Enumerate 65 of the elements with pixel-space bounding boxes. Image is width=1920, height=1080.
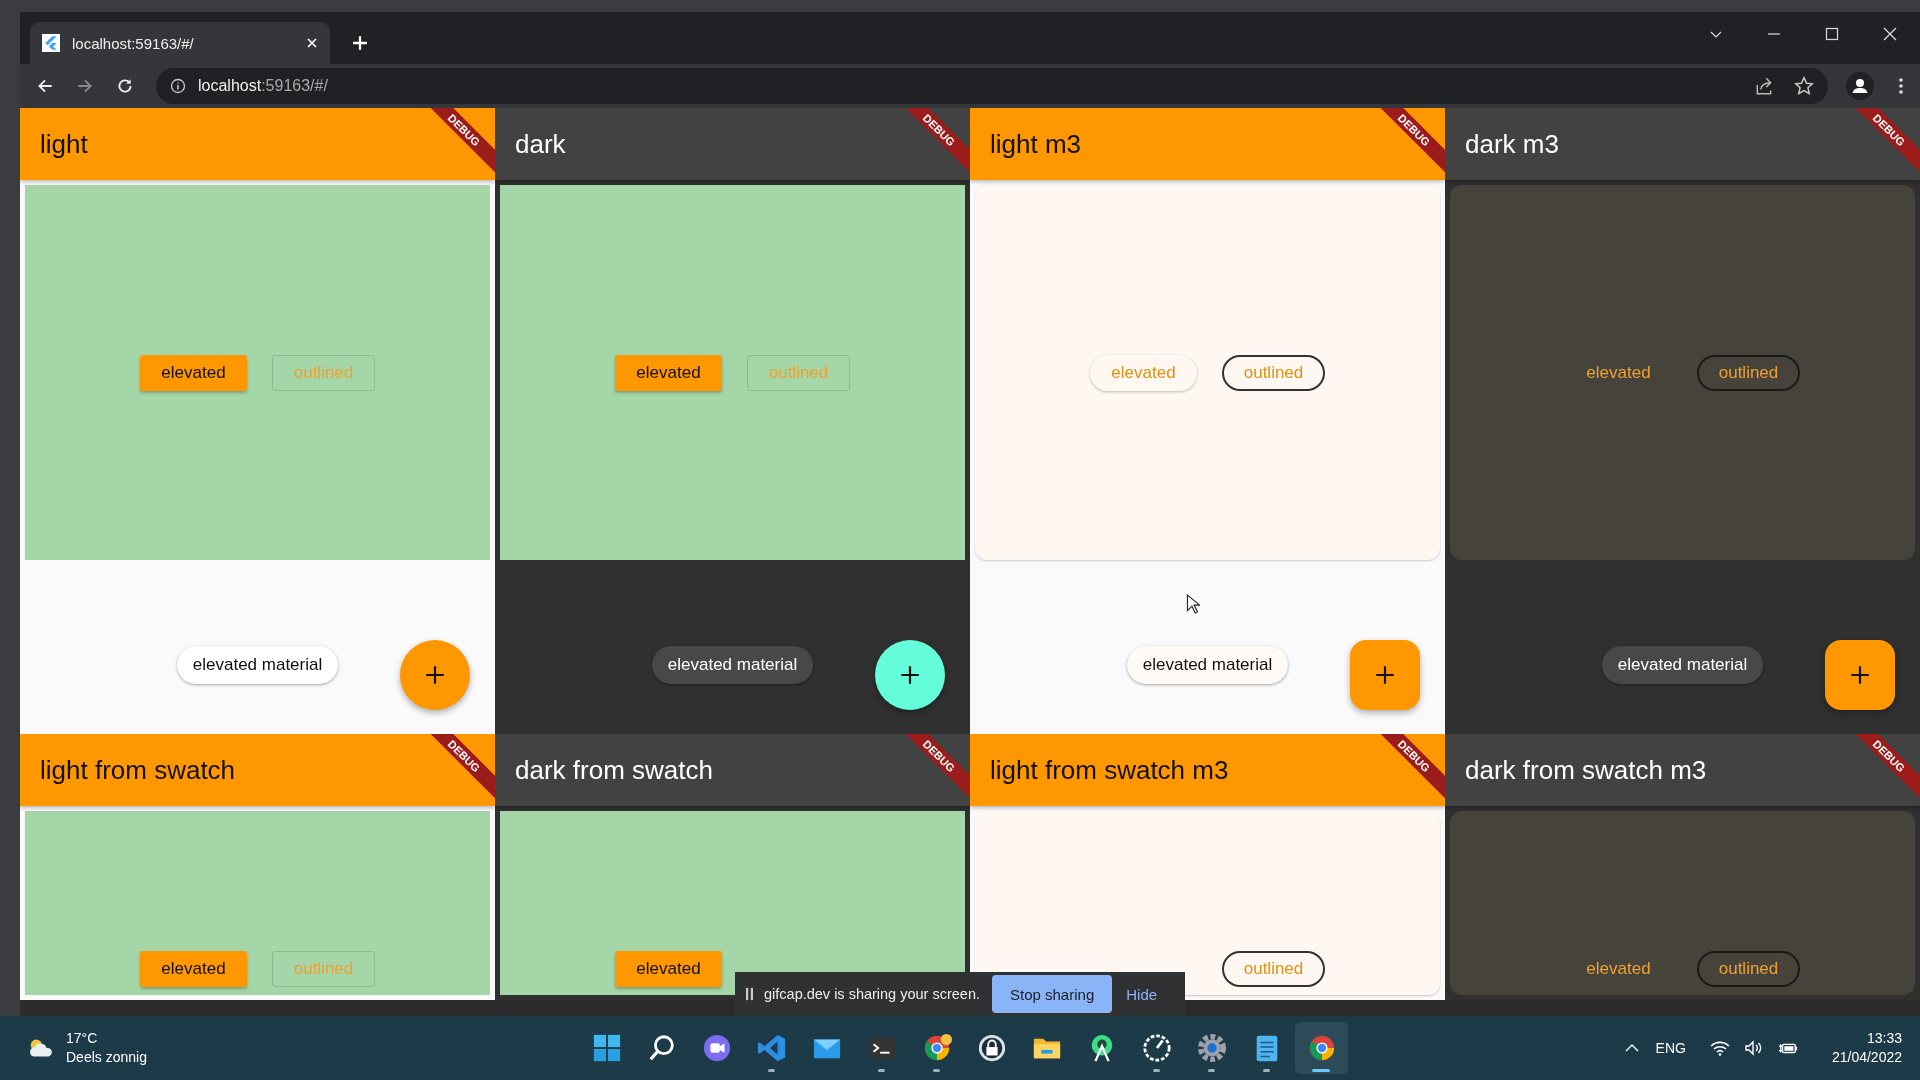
browser-tab[interactable]: localhost:59163/#/ [30,22,330,64]
running-indicator [768,1069,775,1072]
plus-icon [1374,664,1396,686]
outlined-button[interactable]: outlined [1697,951,1800,987]
speedometer-icon [1141,1033,1172,1063]
add-button[interactable] [1825,640,1895,710]
app-bar-title: dark [515,128,566,160]
share-icon[interactable] [1754,76,1774,96]
weather-condition: Deels zonnig [66,1048,147,1067]
mouse-pointer-icon [1186,594,1200,614]
elevated-material-chip: elevated material [1126,646,1289,684]
app-bar-title: dark from swatch [515,754,713,786]
settings-icon [1196,1033,1227,1063]
elevated-button[interactable]: elevated [615,951,722,987]
info-icon [170,78,186,94]
close-icon[interactable] [1882,26,1898,42]
elevated-material-chip: elevated material [651,646,814,684]
clock-date[interactable]: 21/04/2022 [1831,1048,1902,1067]
elevated-material-chip: elevated material [1601,646,1764,684]
elevated-button[interactable]: elevated [615,354,722,391]
url-host: localhost [198,77,262,95]
star-icon[interactable] [1794,76,1814,96]
running-indicator [1312,1069,1330,1072]
language-indicator[interactable]: ENG [1655,1040,1686,1056]
clock-time[interactable]: 13:33 [1866,1029,1902,1048]
back-arrow-icon[interactable] [36,77,54,95]
plus-icon [424,664,446,686]
sharing-message: gifcap.dev is sharing your screen. [764,986,980,1002]
profile-icon[interactable] [1846,72,1874,100]
reload-icon[interactable] [116,77,134,95]
app-bar-title: dark m3 [1465,128,1559,160]
tab-title: localhost:59163/#/ [72,34,195,52]
maximize-icon[interactable] [1824,26,1840,42]
forward-arrow-icon[interactable] [76,77,94,95]
running-indicator [878,1069,885,1072]
app-bar-title: light from swatch [40,754,236,786]
app-bar-title: light m3 [990,128,1082,160]
address-bar[interactable]: localhost:59163/#/ [156,68,1828,104]
plus-icon[interactable] [352,35,368,51]
flutter-logo-icon [42,34,60,52]
elevated-material-chip: elevated material [176,646,339,684]
running-indicator [1153,1069,1160,1072]
menu-icon[interactable] [1898,76,1904,96]
code-editor-icon [756,1033,787,1063]
elevated-button[interactable]: elevated [140,354,247,391]
running-indicator [1208,1069,1215,1072]
elevated-button[interactable]: elevated [140,951,247,987]
hide-link[interactable]: Hide [1122,981,1162,1007]
outlined-button[interactable]: outlined [1697,354,1800,391]
pause-icon [745,987,754,1001]
wifi-icon[interactable] [1709,1040,1730,1056]
speaker-icon[interactable] [1743,1040,1764,1056]
url-path: :59163/#/ [261,77,328,95]
plus-icon [1849,664,1871,686]
temperature: 17°C [66,1029,99,1048]
app-bar-title: light from swatch m3 [990,754,1229,786]
running-indicator [933,1069,940,1072]
running-indicator [1263,1069,1270,1072]
stop-sharing-button[interactable]: Stop sharing [992,975,1113,1013]
windows-logo-icon [591,1033,622,1063]
app-bar-title: dark from swatch m3 [1465,754,1707,786]
plus-icon [899,664,921,686]
video-chat-icon [701,1033,732,1063]
padlock-icon [976,1033,1007,1063]
app-bar-title: light [40,128,88,160]
